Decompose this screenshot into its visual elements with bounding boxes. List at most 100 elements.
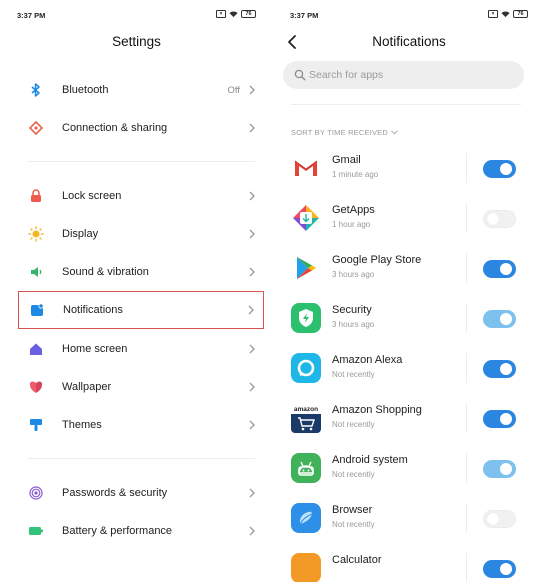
notification-toggle[interactable]: [483, 360, 516, 378]
app-time: 1 minute ago: [332, 170, 379, 179]
app-row-calculator[interactable]: Calculator: [273, 544, 545, 582]
app-name: Android system: [332, 454, 408, 466]
settings-item-lock-screen[interactable]: Lock screen: [18, 177, 264, 215]
separator: [466, 253, 467, 283]
settings-item-display[interactable]: Display: [18, 215, 264, 253]
notification-toggle[interactable]: [483, 160, 516, 178]
themes-icon: [28, 417, 44, 433]
notifications-screen: 3:37 PM × 76 Notifications SORT BY TIME …: [273, 0, 545, 582]
search-icon: [294, 69, 306, 81]
status-bar: 3:37 PM × 76: [0, 9, 273, 23]
app-row-browser[interactable]: Browser Not recently: [273, 494, 545, 544]
settings-item-bluetooth[interactable]: Bluetooth Off: [18, 71, 264, 109]
chevron-right-icon: [249, 488, 255, 498]
app-row-gmail[interactable]: Gmail 1 minute ago: [273, 144, 545, 194]
app-name: Gmail: [332, 154, 361, 166]
page-title: Notifications: [372, 34, 446, 49]
app-row-android-system[interactable]: Android system Not recently: [273, 444, 545, 494]
settings-item-label: Battery & performance: [62, 525, 173, 537]
settings-item-themes[interactable]: Themes: [18, 406, 264, 444]
search-input[interactable]: [309, 65, 509, 85]
app-name: Amazon Alexa: [332, 354, 403, 366]
settings-item-notifications[interactable]: Notifications: [18, 291, 264, 329]
home-icon: [28, 341, 44, 357]
chevron-right-icon: [249, 267, 255, 277]
settings-item-connection-sharing[interactable]: Connection & sharing: [18, 109, 264, 147]
status-bar: 3:37 PM × 76: [273, 9, 545, 23]
app-name: Browser: [332, 504, 373, 516]
getapps-icon: [291, 203, 321, 233]
notification-toggle[interactable]: [483, 560, 516, 578]
chevron-right-icon: [249, 191, 255, 201]
bluetooth-icon: [28, 82, 44, 98]
sort-label: SORT BY TIME RECEIVED: [291, 128, 389, 137]
svg-text:amazon: amazon: [294, 406, 318, 413]
wifi-icon: [229, 11, 238, 18]
separator: [466, 303, 467, 333]
separator: [466, 453, 467, 483]
app-time: 1 hour ago: [332, 220, 371, 229]
chevron-right-icon: [249, 382, 255, 392]
settings-item-home-screen[interactable]: Home screen: [18, 330, 264, 368]
search-bar[interactable]: [283, 61, 524, 89]
app-row-google-play-store[interactable]: Google Play Store 3 hours ago: [273, 244, 545, 294]
settings-item-sound-vibration[interactable]: Sound & vibration: [18, 253, 264, 291]
chevron-right-icon: [249, 526, 255, 536]
lock-icon: [28, 188, 44, 204]
notification-toggle[interactable]: [483, 310, 516, 328]
app-time: 3 hours ago: [332, 320, 375, 329]
settings-item-label: Sound & vibration: [62, 266, 149, 278]
notification-toggle[interactable]: [483, 460, 516, 478]
settings-item-label: Home screen: [62, 343, 128, 355]
wallpaper-icon: [28, 379, 44, 395]
battery-icon: 76: [241, 10, 256, 18]
chevron-right-icon: [249, 123, 255, 133]
settings-item-battery-performance[interactable]: Battery & performance: [18, 512, 264, 550]
app-name: GetApps: [332, 204, 375, 216]
chevron-right-icon: [249, 420, 255, 430]
app-row-amazon-alexa[interactable]: Amazon Alexa Not recently: [273, 344, 545, 394]
settings-item-label: Passwords & security: [62, 487, 168, 499]
fingerprint-icon: [28, 485, 44, 501]
notification-toggle[interactable]: [483, 260, 516, 278]
gmail-icon: [291, 153, 321, 183]
app-row-amazon-shopping[interactable]: amazon Amazon Shopping Not recently: [273, 394, 545, 444]
section-divider: [28, 458, 255, 459]
browser-icon: [291, 503, 321, 533]
settings-item-wallpaper[interactable]: Wallpaper: [18, 368, 264, 406]
notification-toggle[interactable]: [483, 410, 516, 428]
app-name: Amazon Shopping: [332, 404, 422, 416]
section-divider: [28, 161, 255, 162]
connection-sharing-icon: [28, 120, 44, 136]
separator: [466, 353, 467, 383]
app-time: 3 hours ago: [332, 270, 375, 279]
settings-item-label: Themes: [62, 419, 102, 431]
section-divider: [291, 104, 521, 105]
chevron-right-icon: [249, 85, 255, 95]
separator: [466, 203, 467, 233]
notification-toggle[interactable]: [483, 510, 516, 528]
settings-item-label: Connection & sharing: [62, 122, 168, 134]
sim-icon: ×: [216, 10, 226, 18]
app-name: Google Play Store: [332, 254, 422, 266]
settings-item-passwords-security[interactable]: Passwords & security: [18, 474, 264, 512]
sim-icon: ×: [488, 10, 498, 18]
app-time: Not recently: [332, 520, 375, 529]
chevron-right-icon: [248, 305, 254, 315]
chevron-right-icon: [249, 344, 255, 354]
settings-item-label: Bluetooth: [62, 84, 109, 96]
settings-item-label: Display: [62, 228, 99, 240]
calculator-icon: [291, 553, 321, 582]
alexa-icon: [291, 353, 321, 383]
separator: [466, 403, 467, 433]
settings-item-label: Lock screen: [62, 190, 122, 202]
notification-toggle[interactable]: [483, 210, 516, 228]
app-time: Not recently: [332, 470, 375, 479]
chevron-down-icon: [391, 130, 398, 135]
app-row-getapps[interactable]: GetApps 1 hour ago: [273, 194, 545, 244]
app-name: Security: [332, 304, 372, 316]
sort-dropdown[interactable]: SORT BY TIME RECEIVED: [291, 128, 398, 137]
app-row-security[interactable]: Security 3 hours ago: [273, 294, 545, 344]
status-icons: × 76: [216, 10, 256, 18]
status-time: 3:37 PM: [17, 11, 46, 20]
